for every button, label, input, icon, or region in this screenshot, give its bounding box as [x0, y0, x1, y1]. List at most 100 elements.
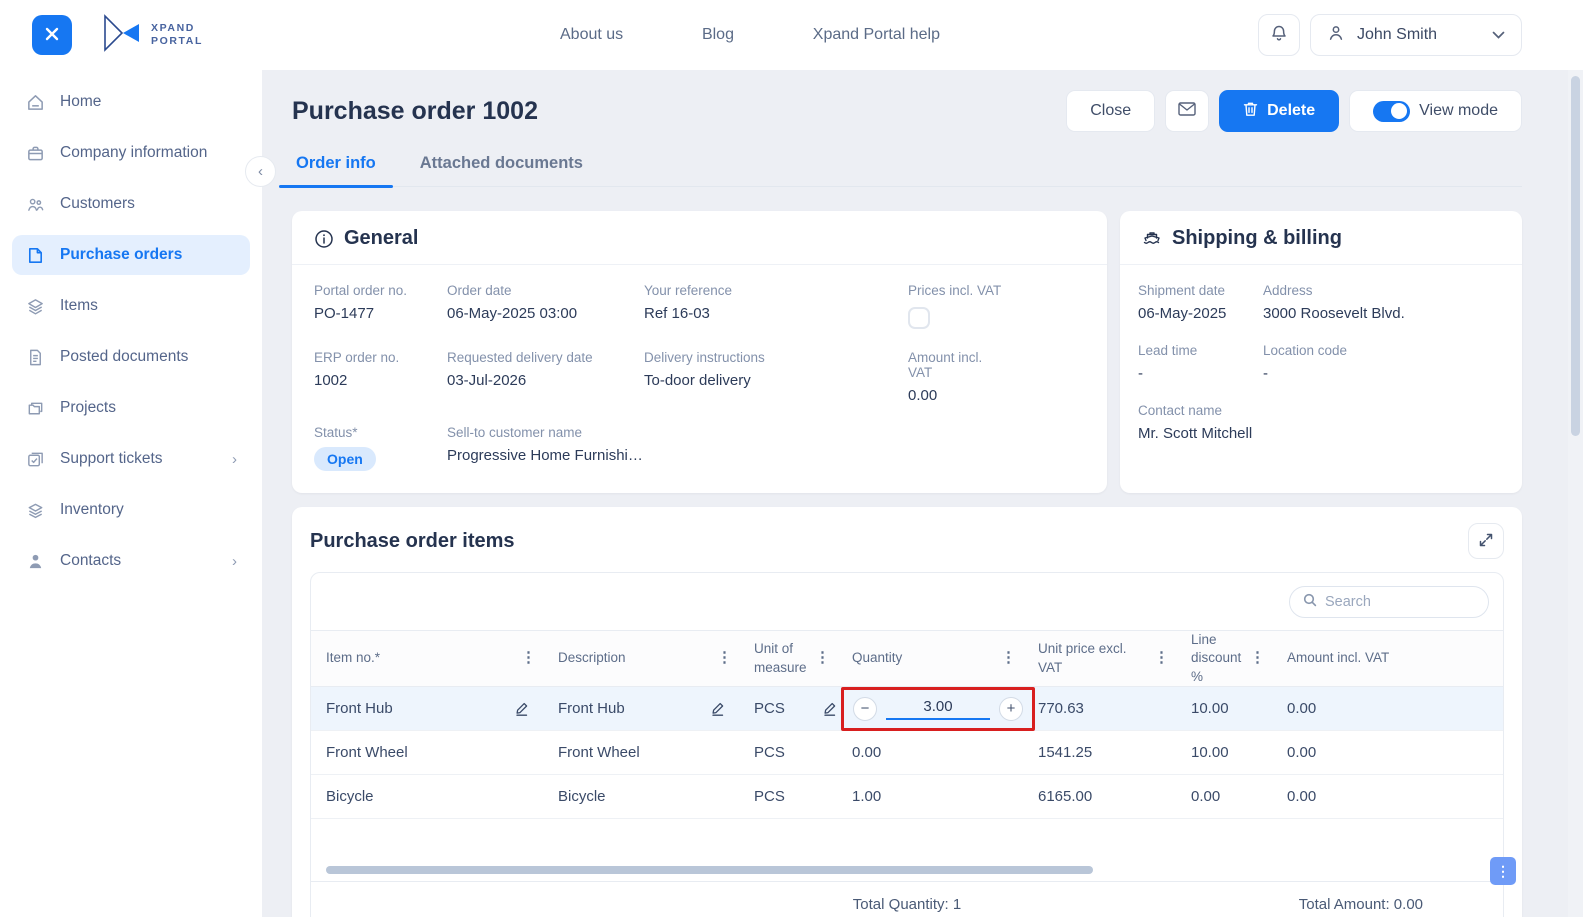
items-section-title: Purchase order items: [310, 530, 515, 553]
tab-bar: Order info Attached documents: [292, 154, 1522, 187]
customers-icon: [25, 194, 45, 214]
field-address: Address 3000 Roosevelt Blvd.: [1263, 283, 1504, 322]
cell-amount: 0.00: [1287, 744, 1488, 761]
delete-button[interactable]: Delete: [1219, 90, 1339, 132]
cell-line-discount: 10.00: [1191, 700, 1287, 717]
nav-link-help[interactable]: Xpand Portal help: [813, 26, 940, 44]
sidebar-item-customers[interactable]: Customers: [12, 184, 250, 224]
field-prices-incl-vat: Prices incl. VAT: [908, 283, 1085, 329]
cell-unit-price: 1541.25: [1038, 744, 1191, 761]
cell-unit-price: 6165.00: [1038, 788, 1191, 805]
main-content: Purchase order 1002 Close Delete View mo…: [262, 70, 1583, 917]
chevron-left-icon: ‹: [258, 163, 263, 180]
column-menu-icon[interactable]: ⋮: [715, 648, 734, 668]
sidebar-item-contacts[interactable]: Contacts ›: [12, 541, 250, 581]
close-icon: [44, 26, 60, 45]
nav-link-about-us[interactable]: About us: [560, 26, 623, 44]
sidebar-item-items[interactable]: Items: [12, 286, 250, 326]
quantity-input[interactable]: [886, 698, 990, 720]
column-menu-icon[interactable]: ⋮: [999, 648, 1018, 668]
sidebar-item-home[interactable]: Home: [12, 82, 250, 122]
prices-incl-vat-checkbox[interactable]: [908, 307, 930, 329]
tab-attached-documents[interactable]: Attached documents: [416, 154, 587, 186]
sidebar-item-label: Projects: [60, 399, 237, 417]
chevron-right-icon: ›: [232, 553, 237, 570]
app-close-button[interactable]: [32, 15, 72, 55]
sidebar-item-projects[interactable]: Projects: [12, 388, 250, 428]
cell-item-no: Front Hub: [326, 700, 393, 717]
col-unit-of-measure: Unit of measure: [754, 640, 813, 676]
edit-icon[interactable]: [822, 701, 838, 717]
column-menu-icon[interactable]: ⋮: [1248, 648, 1267, 668]
sidebar-item-label: Company information: [60, 144, 237, 162]
logo-text: XPAND PORTAL: [151, 22, 203, 48]
nav-link-blog[interactable]: Blog: [702, 26, 734, 44]
col-description: Description: [558, 649, 626, 667]
column-menu-icon[interactable]: ⋮: [519, 648, 538, 668]
status-badge: Open: [314, 447, 376, 471]
table-search[interactable]: [1289, 586, 1489, 618]
cell-amount: 0.00: [1287, 788, 1488, 805]
field-status: Status* Open: [314, 425, 447, 471]
column-menu-icon[interactable]: ⋮: [813, 648, 832, 668]
table-row[interactable]: Front Hub Front Hub PCS − +: [311, 687, 1503, 731]
page-actions: Close Delete View mode: [1066, 90, 1522, 132]
edit-icon[interactable]: [514, 701, 530, 717]
ticket-icon: [25, 449, 45, 469]
page-scrollbar[interactable]: [1568, 70, 1583, 917]
cell-item-no: Front Wheel: [326, 744, 558, 761]
bell-icon: [1270, 24, 1288, 46]
table-options-button[interactable]: ⋮: [1490, 857, 1516, 885]
user-icon: [1327, 24, 1345, 47]
brand-logo[interactable]: XPAND PORTAL: [101, 14, 203, 57]
column-menu-icon[interactable]: ⋮: [1152, 648, 1171, 668]
col-quantity: Quantity: [852, 649, 902, 667]
quantity-increase-button[interactable]: +: [999, 697, 1023, 721]
field-shipment-date: Shipment date 06-May-2025: [1138, 283, 1263, 322]
sidebar-item-company-information[interactable]: Company information: [12, 133, 250, 173]
page-scrollbar-thumb[interactable]: [1571, 76, 1580, 436]
field-portal-order-no: Portal order no. PO-1477: [314, 283, 447, 329]
expand-icon: [1479, 533, 1493, 550]
sidebar-item-purchase-orders[interactable]: Purchase orders: [12, 235, 250, 275]
user-menu-button[interactable]: John Smith: [1310, 14, 1522, 56]
envelope-icon: [1178, 102, 1196, 121]
table-row[interactable]: Front Wheel Front Wheel PCS 0.00 1541.25…: [311, 731, 1503, 775]
cell-unit-of-measure: PCS: [754, 788, 852, 805]
sidebar-item-label: Items: [60, 297, 237, 315]
sidebar-item-inventory[interactable]: Inventory: [12, 490, 250, 530]
view-mode-switch[interactable]: [1373, 101, 1410, 122]
shipping-billing-card: Shipping & billing Shipment date 06-May-…: [1120, 211, 1522, 493]
sidebar-item-support-tickets[interactable]: Support tickets ›: [12, 439, 250, 479]
sidebar-collapse-button[interactable]: ‹: [245, 156, 276, 187]
field-amount-incl-vat: Amount incl. VAT 0.00: [908, 350, 1085, 404]
shipping-card-title: Shipping & billing: [1172, 227, 1342, 250]
table-row[interactable]: Bicycle Bicycle PCS 1.00 6165.00 0.00 0.…: [311, 775, 1503, 819]
table-footer: Total Quantity: 1 Total Amount: 0.00: [311, 881, 1503, 917]
cell-quantity: 0.00: [852, 744, 1038, 761]
field-delivery-instructions: Delivery instructions To-door delivery: [644, 350, 908, 404]
cell-description: Bicycle: [558, 788, 754, 805]
col-item-no: Item no.*: [326, 649, 380, 667]
view-mode-toggle-button[interactable]: View mode: [1349, 90, 1522, 132]
purchase-order-items-card: Purchase order items Item no.*⋮ Descr: [292, 507, 1522, 917]
email-button[interactable]: [1165, 90, 1209, 132]
quantity-decrease-button[interactable]: −: [853, 697, 877, 721]
sidebar-item-label: Customers: [60, 195, 237, 213]
horizontal-scrollbar-thumb[interactable]: [326, 866, 1093, 874]
cell-description: Front Wheel: [558, 744, 754, 761]
tab-order-info[interactable]: Order info: [292, 154, 380, 186]
close-button[interactable]: Close: [1066, 90, 1155, 132]
notifications-button[interactable]: [1258, 14, 1300, 56]
sidebar-item-posted-documents[interactable]: Posted documents: [12, 337, 250, 377]
top-header: XPAND PORTAL About us Blog Xpand Portal …: [0, 0, 1583, 70]
sidebar: Home Company information Customers Purch…: [0, 70, 262, 917]
stack-icon: [25, 500, 45, 520]
ship-icon: [1142, 229, 1162, 249]
search-input[interactable]: [1325, 594, 1465, 610]
table-horizontal-scrollbar[interactable]: [311, 859, 1503, 881]
chevron-right-icon: ›: [232, 451, 237, 468]
expand-table-button[interactable]: [1468, 523, 1504, 559]
cell-quantity: 1.00: [852, 788, 1038, 805]
edit-icon[interactable]: [710, 701, 726, 717]
